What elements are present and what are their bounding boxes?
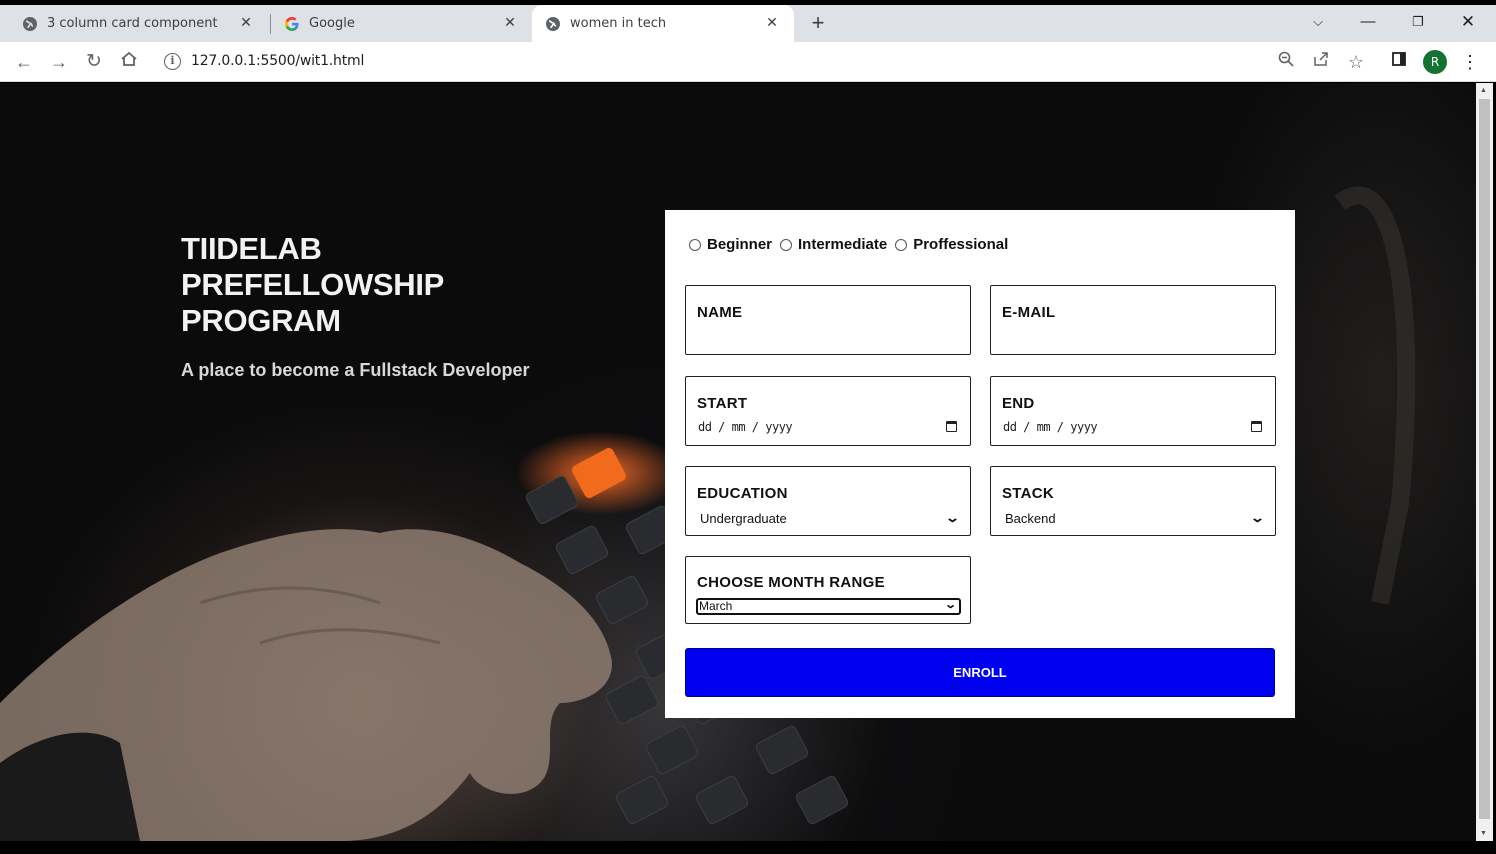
name-label: NAME (697, 304, 743, 321)
back-button[interactable]: ← (12, 50, 36, 74)
start-label: START (697, 395, 748, 412)
side-panel-icon[interactable] (1388, 51, 1410, 73)
page-scrollbar[interactable]: ▲ ▼ (1476, 83, 1493, 841)
globe-icon (22, 16, 38, 32)
radio-intermediate[interactable]: Intermediate (780, 236, 887, 253)
email-label: E-MAIL (1002, 304, 1056, 321)
forward-button[interactable]: → (47, 50, 71, 74)
restore-button[interactable]: ❐ (1405, 9, 1431, 35)
reload-button[interactable]: ↻ (82, 50, 106, 74)
tab-title: Google (309, 16, 355, 31)
tab-strip: 3 column card component ✕ Google ✕ women… (0, 5, 1496, 42)
tab-google[interactable]: Google ✕ (262, 5, 532, 42)
zoom-icon[interactable] (1275, 51, 1297, 73)
stack-value[interactable]: Backend (1005, 511, 1056, 526)
menu-kebab-icon[interactable]: ⋮ (1459, 51, 1481, 73)
start-date-placeholder[interactable]: dd / mm / yyyy (698, 420, 793, 434)
education-value[interactable]: Undergraduate (700, 511, 787, 526)
tab-women-in-tech[interactable]: women in tech ✕ (532, 5, 794, 42)
hero-subtitle: A place to become a Fullstack Developer (181, 360, 530, 380)
radio-beginner[interactable]: Beginner (689, 236, 772, 253)
enroll-button[interactable]: ENROLL (685, 648, 1275, 697)
radio-label: Beginner (707, 236, 773, 253)
browser-window: 3 column card component ✕ Google ✕ women… (0, 0, 1496, 854)
chevron-down-icon[interactable]: ⌄ (1250, 510, 1265, 526)
chevron-down-icon: ⌄ (943, 599, 957, 611)
share-icon[interactable] (1310, 51, 1332, 73)
stack-label: STACK (1002, 485, 1055, 502)
bookmark-star-icon[interactable]: ☆ (1345, 51, 1367, 73)
month-select[interactable]: March ⌄ (696, 598, 961, 615)
tab-card-component[interactable]: 3 column card component ✕ (0, 5, 268, 42)
tab-title: women in tech (570, 16, 667, 31)
tab-search-chevron-icon[interactable]: ⌵ (1305, 9, 1331, 35)
level-radio-group: Beginner Intermediate Proffessional (689, 236, 1016, 253)
end-date-field[interactable]: END dd / mm / yyyy (990, 376, 1276, 446)
scroll-down-arrow-icon[interactable]: ▼ (1480, 830, 1487, 837)
end-date-placeholder[interactable]: dd / mm / yyyy (1003, 420, 1098, 434)
calendar-icon[interactable] (946, 421, 957, 432)
email-field[interactable]: E-MAIL (990, 285, 1276, 355)
scroll-up-arrow-icon[interactable]: ▲ (1480, 87, 1487, 94)
end-label: END (1002, 395, 1035, 412)
tab-title: 3 column card component (47, 16, 218, 31)
site-info-icon[interactable]: i (164, 53, 181, 70)
month-range-label: CHOOSE MONTH RANGE (697, 574, 885, 591)
close-window-button[interactable]: ✕ (1455, 9, 1481, 35)
education-label: EDUCATION (697, 485, 788, 502)
close-tab-icon[interactable]: ✕ (764, 15, 780, 31)
month-value: March (699, 599, 733, 613)
browser-toolbar: ← → ↻ i 127.0.0.1:5500/wit1.html ☆ ⋮ (0, 42, 1496, 82)
radio-button[interactable] (780, 238, 793, 251)
stack-select[interactable]: STACK Backend ⌄ (990, 466, 1276, 536)
education-select[interactable]: EDUCATION Undergraduate ⌄ (685, 466, 971, 536)
radio-professional[interactable]: Proffessional (895, 236, 1008, 253)
new-tab-button[interactable]: + (806, 11, 830, 35)
hero-title: TIIDELAB PREFELLOWSHIP PROGRAM (181, 231, 444, 338)
radio-button[interactable] (689, 238, 701, 251)
google-icon (284, 16, 300, 32)
close-tab-icon[interactable]: ✕ (502, 15, 518, 31)
address-bar[interactable]: 127.0.0.1:5500/wit1.html (191, 53, 364, 69)
close-tab-icon[interactable]: ✕ (238, 15, 254, 31)
scroll-thumb[interactable] (1479, 99, 1490, 819)
calendar-icon[interactable] (1251, 421, 1262, 432)
home-icon (121, 51, 137, 66)
enrollment-form-card: Beginner Intermediate Proffessional NAME… (665, 210, 1295, 718)
minimize-button[interactable]: — (1355, 9, 1381, 35)
radio-button[interactable] (895, 238, 908, 251)
page-viewport: TIIDELAB PREFELLOWSHIP PROGRAM A place t… (0, 83, 1476, 841)
month-range-field: CHOOSE MONTH RANGE March ⌄ (685, 556, 971, 624)
home-button[interactable] (117, 50, 141, 74)
profile-avatar[interactable]: R (1423, 50, 1447, 74)
radio-label: Intermediate (798, 236, 888, 253)
globe-icon (545, 16, 561, 32)
start-date-field[interactable]: START dd / mm / yyyy (685, 376, 971, 446)
name-field[interactable]: NAME (685, 285, 971, 355)
radio-label: Proffessional (913, 236, 1009, 253)
chevron-down-icon[interactable]: ⌄ (945, 510, 960, 526)
